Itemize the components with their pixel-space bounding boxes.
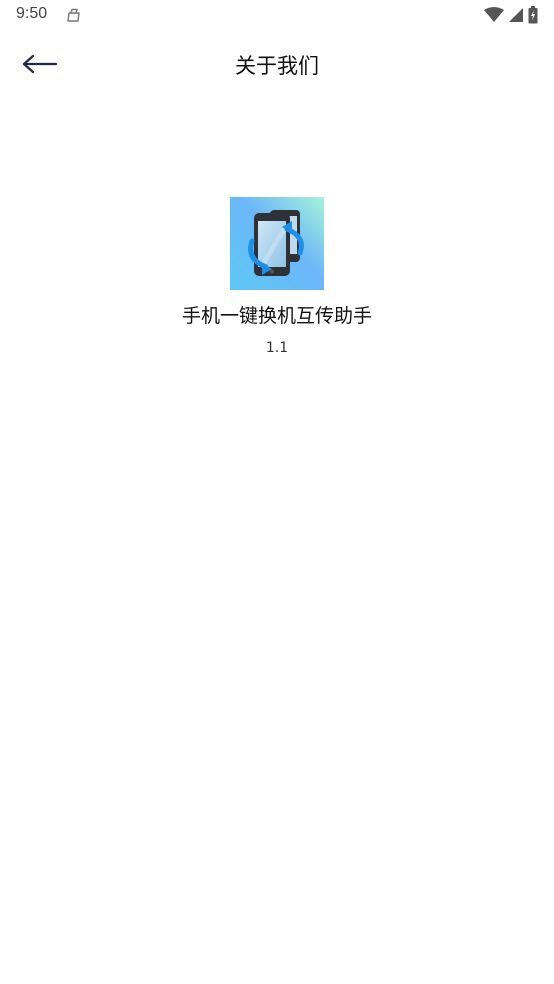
app-header: 关于我们 [0,30,554,98]
phone-transfer-icon [230,197,324,290]
wifi-icon [484,7,504,22]
app-version: 1.1 [265,340,289,356]
notification-bag-icon [67,8,80,22]
page-title: 关于我们 [235,54,319,78]
app-name: 手机一键换机互传助手 [181,305,372,327]
status-time: 9:50 [16,5,48,22]
battery-charging-icon [528,6,538,24]
cellular-signal-icon [509,8,523,22]
status-bar: 9:50 [0,0,554,30]
status-icons [484,6,538,24]
